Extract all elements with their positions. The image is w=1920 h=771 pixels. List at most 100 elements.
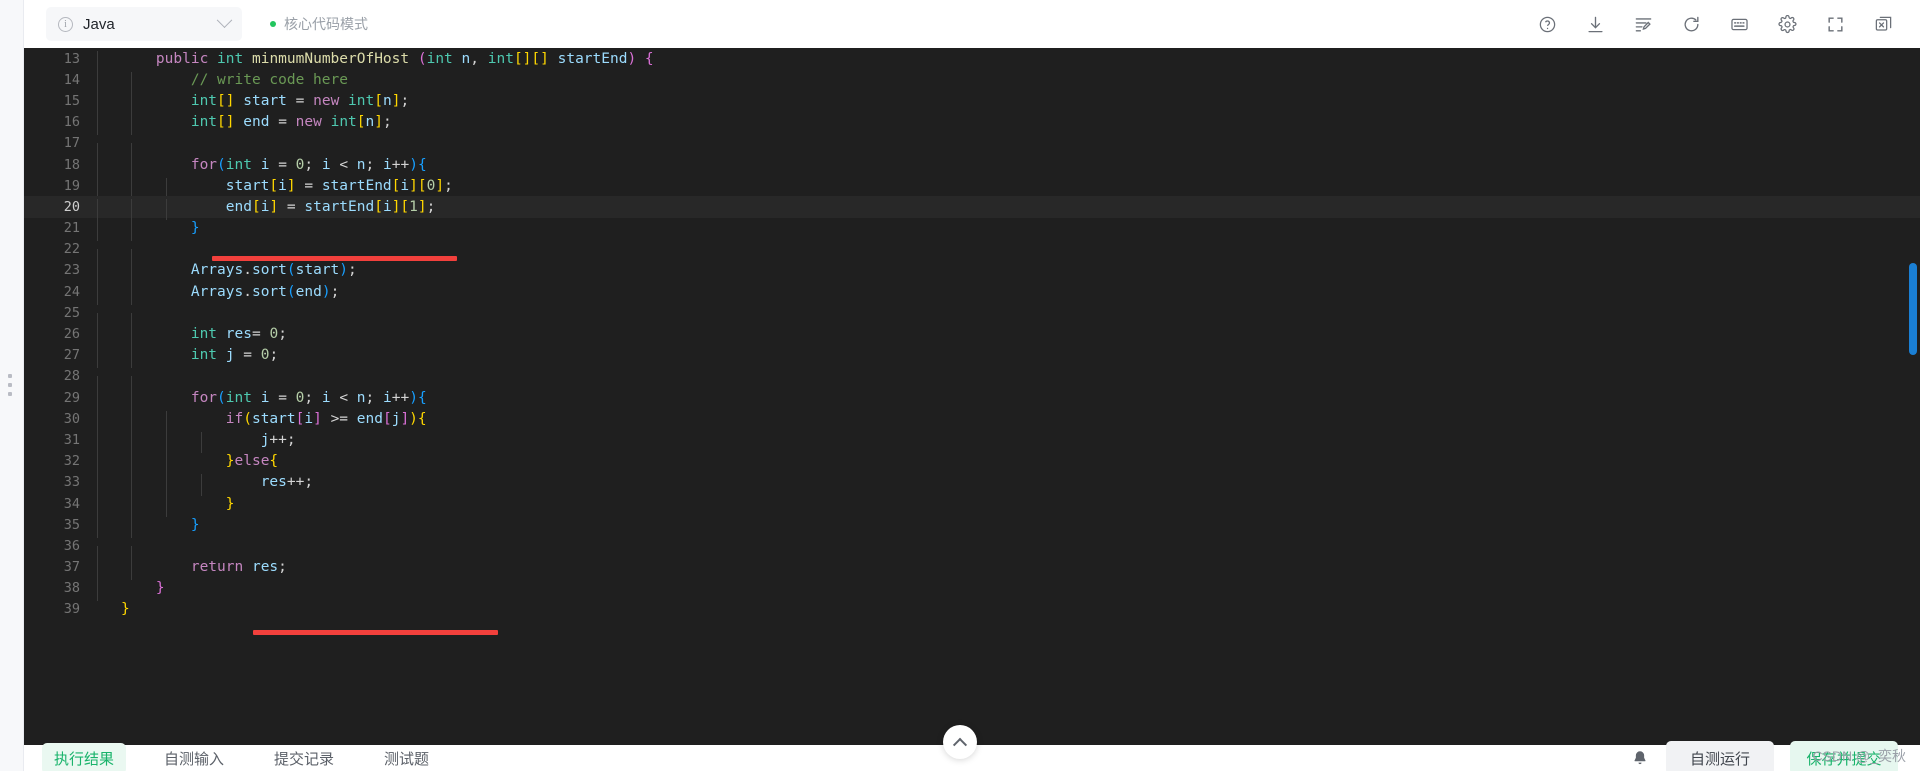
code-line[interactable]: 36 — [24, 535, 1920, 568]
line-number: 38 — [63, 580, 80, 597]
watermark: CSDN @_奕秋 — [1812, 748, 1906, 764]
code-line[interactable]: 28 — [24, 366, 1920, 398]
line-number: 20 — [63, 198, 80, 215]
bell-icon[interactable] — [1630, 748, 1650, 768]
help-icon[interactable] — [1536, 13, 1558, 35]
fullscreen-icon[interactable] — [1824, 13, 1846, 35]
line-number: 36 — [63, 537, 80, 554]
code-line[interactable]: 32 }else{ — [24, 451, 1920, 475]
tab-execution-result[interactable]: 执行结果 — [42, 742, 127, 771]
code-line[interactable]: 21 } — [24, 218, 1920, 242]
code-line[interactable]: 14 // write code here — [24, 69, 1920, 93]
code-line[interactable]: 27 int j = 0; — [24, 345, 1920, 369]
line-content: }else{ — [97, 453, 1920, 475]
line-number: 25 — [63, 304, 80, 321]
code-editor[interactable]: 13 public int minmumNumberOfHost (int n,… — [24, 48, 1920, 745]
line-number: 15 — [63, 92, 80, 109]
self-test-run-button[interactable]: 自测运行 — [1666, 741, 1774, 771]
handle-dot — [8, 374, 12, 378]
line-number: 37 — [63, 559, 80, 576]
code-editor-page: i Java 核心代码模式 13 public int minmumNumber… — [0, 0, 1920, 771]
status-dot-icon — [270, 21, 276, 27]
line-content: } — [97, 495, 1920, 517]
mode-label: 核心代码模式 — [284, 16, 368, 32]
line-content: start[i] = startEnd[i][0]; — [97, 177, 1920, 199]
line-number: 13 — [63, 50, 80, 67]
line-number: 19 — [63, 177, 80, 194]
line-content: int[] start = new int[n]; — [97, 92, 1920, 115]
code-line[interactable]: 26 int res= 0; — [24, 323, 1920, 348]
editor-header: i Java 核心代码模式 — [24, 0, 1920, 48]
line-content: int j = 0; — [97, 347, 1920, 369]
line-content: Arrays.sort(end); — [97, 283, 1920, 305]
code-line[interactable]: 19 start[i] = startEnd[i][0]; — [24, 175, 1920, 199]
line-number: 17 — [63, 135, 80, 152]
line-content: for(int i = 0; i < n; i++){ — [97, 156, 1920, 178]
code-line[interactable]: 29 for(int i = 0; i < n; i++){ — [24, 387, 1920, 411]
code-line[interactable]: 25 — [24, 302, 1920, 335]
tab-submission-history[interactable]: 提交记录 — [262, 743, 346, 771]
code-line[interactable]: 33 res++; — [24, 472, 1920, 496]
code-line[interactable]: 24 Arrays.sort(end); — [24, 281, 1920, 305]
line-content: for(int i = 0; i < n; i++){ — [97, 389, 1920, 411]
code-line[interactable]: 30 if(start[i] >= end[j]){ — [24, 408, 1920, 432]
line-number: 35 — [63, 516, 80, 533]
line-number: 21 — [63, 220, 80, 237]
line-content: return res; — [97, 559, 1920, 581]
keyboard-icon[interactable] — [1728, 13, 1750, 35]
close-window-icon[interactable] — [1872, 13, 1894, 35]
handle-dot — [8, 383, 12, 387]
handle-dot — [8, 392, 12, 396]
line-number: 18 — [63, 156, 80, 173]
line-number: 27 — [63, 347, 80, 364]
line-number: 28 — [63, 368, 80, 385]
line-content: end[i] = startEnd[i][1]; — [97, 198, 1920, 221]
code-line[interactable]: 15 int[] start = new int[n]; — [24, 90, 1920, 115]
chevron-down-icon — [216, 11, 233, 28]
refresh-icon[interactable] — [1680, 13, 1702, 35]
line-content: } — [121, 601, 130, 618]
chevron-up-icon — [952, 737, 968, 752]
line-number: 34 — [63, 495, 80, 512]
mode-badge: 核心代码模式 — [270, 14, 368, 34]
collapse-panel-button[interactable] — [943, 725, 977, 759]
footer-tabs: 执行结果 自测输入 提交记录 测试题 — [42, 742, 441, 771]
code-line[interactable]: 18 for(int i = 0; i < n; i++){ — [24, 154, 1920, 178]
line-content: res++; — [97, 474, 1920, 496]
code-line[interactable]: 13 public int minmumNumberOfHost (int n,… — [24, 48, 1920, 72]
download-icon[interactable] — [1584, 13, 1606, 35]
line-content: Arrays.sort(start); — [97, 262, 1920, 284]
editor-scrollbar-track[interactable] — [1906, 48, 1920, 745]
editor-scrollbar-thumb[interactable] — [1909, 263, 1917, 355]
settings-icon[interactable] — [1776, 13, 1798, 35]
line-number: 33 — [63, 474, 80, 491]
tab-self-test-input[interactable]: 自测输入 — [152, 743, 236, 771]
format-code-icon[interactable] — [1632, 13, 1654, 35]
line-content: } — [97, 220, 1920, 242]
code-line[interactable]: 37 return res; — [24, 557, 1920, 581]
code-line-active[interactable]: 20 end[i] = startEnd[i][1]; — [24, 196, 1920, 221]
info-circle-icon: i — [58, 16, 73, 32]
code-line[interactable]: 23 Arrays.sort(start); — [24, 260, 1920, 284]
tab-test-question[interactable]: 测试题 — [372, 743, 441, 771]
line-number: 39 — [63, 601, 80, 618]
line-content: } — [97, 516, 1920, 538]
code-line[interactable]: 39} — [24, 599, 1920, 620]
line-content: // write code here — [97, 71, 1920, 93]
panel-resize-handle[interactable] — [8, 374, 12, 396]
code-line[interactable]: 17 — [24, 133, 1920, 165]
language-label: Java — [83, 15, 115, 33]
code-line[interactable]: 16 int[] end = new int[n]; — [24, 112, 1920, 136]
code-line[interactable]: 34 } — [24, 493, 1920, 517]
line-number: 31 — [63, 431, 80, 448]
left-rail — [0, 0, 24, 771]
line-number: 14 — [63, 71, 80, 88]
annotation-underline-1 — [212, 256, 457, 261]
code-line[interactable]: 38 } — [24, 578, 1920, 602]
language-selector[interactable]: i Java — [46, 7, 242, 41]
line-content: int res= 0; — [97, 326, 1920, 348]
code-line[interactable]: 31 j++; — [24, 429, 1920, 454]
line-number: 24 — [63, 283, 80, 300]
line-content: if(start[i] >= end[j]){ — [97, 410, 1920, 432]
code-line[interactable]: 35 } — [24, 514, 1920, 538]
